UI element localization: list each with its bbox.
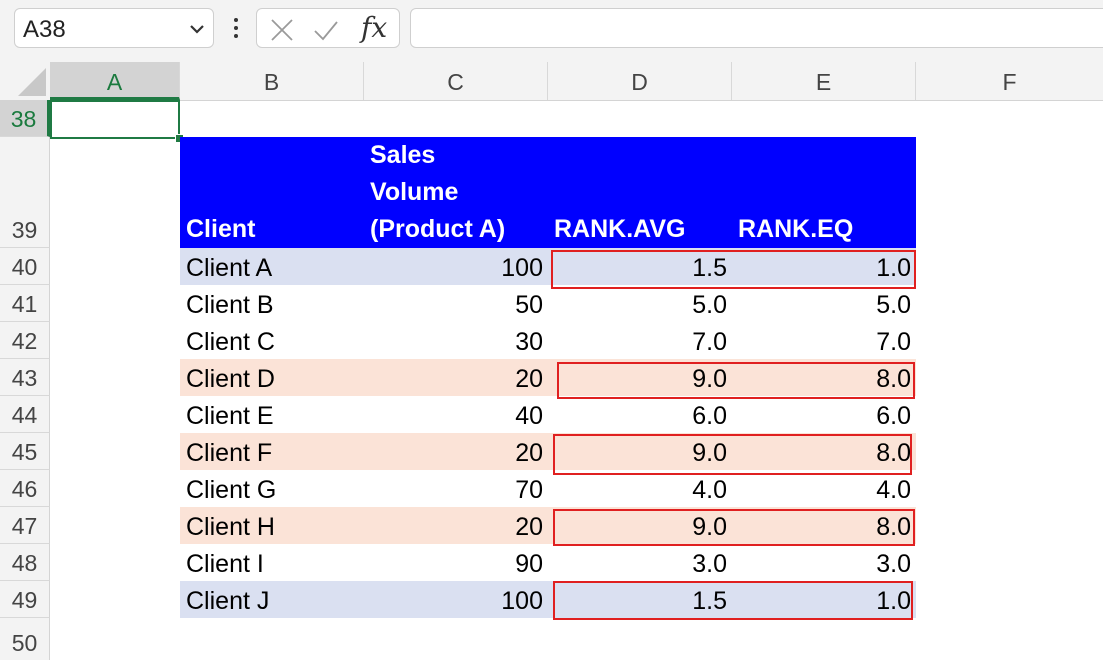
row-header-50[interactable]: 50 [0, 618, 50, 660]
rank-avg-cell[interactable]: 9.0 [548, 359, 732, 396]
header-rank-avg: RANK.AVG [548, 137, 732, 248]
client-cell[interactable]: Client I [180, 544, 364, 581]
row-header-41[interactable]: 41 [0, 285, 50, 322]
sales-cell[interactable]: 20 [364, 359, 548, 396]
header-rank-eq-label: RANK.EQ [738, 215, 854, 243]
rank-eq-cell[interactable]: 5.0 [732, 285, 916, 322]
insert-function-button[interactable]: fx [361, 11, 387, 44]
header-rank-avg-label: RANK.AVG [554, 215, 686, 243]
rank-eq-cell[interactable]: 8.0 [732, 507, 916, 544]
header-sales-line2: Volume [370, 178, 459, 206]
rank-eq-cell[interactable]: 8.0 [732, 359, 916, 396]
rank-avg-cell[interactable]: 9.0 [548, 433, 732, 470]
column-header-e[interactable]: E [732, 62, 916, 100]
rank-avg-cell[interactable]: 5.0 [548, 285, 732, 322]
row-header-38[interactable]: 38 [0, 100, 50, 137]
rank-eq-cell[interactable]: 1.0 [732, 248, 916, 285]
header-sales-volume: Sales Volume (Product A) [364, 137, 548, 248]
sales-cell[interactable]: 90 [364, 544, 548, 581]
column-headers: A B C D E F [0, 62, 1103, 101]
header-sales-line3: (Product A) [370, 215, 506, 243]
sales-cell[interactable]: 30 [364, 322, 548, 359]
row-header-43[interactable]: 43 [0, 359, 50, 396]
sales-cell[interactable]: 100 [364, 248, 548, 285]
client-cell[interactable]: Client D [180, 359, 364, 396]
row-header-39[interactable]: 39 [0, 137, 50, 248]
row-header-45[interactable]: 45 [0, 433, 50, 470]
rank-eq-cell[interactable]: 4.0 [732, 470, 916, 507]
name-box[interactable]: A38 [14, 8, 214, 48]
cancel-icon[interactable] [269, 17, 295, 43]
active-cell-a38[interactable] [50, 100, 180, 139]
row-header-47[interactable]: 47 [0, 507, 50, 544]
column-header-d[interactable]: D [548, 62, 732, 100]
row-header-40[interactable]: 40 [0, 248, 50, 285]
client-cell[interactable]: Client B [180, 285, 364, 322]
client-cell[interactable]: Client C [180, 322, 364, 359]
client-cell[interactable]: Client A [180, 248, 364, 285]
column-header-b[interactable]: B [180, 62, 364, 100]
more-options-icon[interactable] [233, 16, 239, 42]
row-header-48[interactable]: 48 [0, 544, 50, 581]
name-box-value: A38 [23, 16, 66, 43]
header-client-label: Client [186, 215, 256, 243]
sales-cell[interactable]: 50 [364, 285, 548, 322]
client-cell[interactable]: Client F [180, 433, 364, 470]
column-header-c[interactable]: C [364, 62, 548, 100]
client-cell[interactable]: Client J [180, 581, 364, 618]
sales-cell[interactable]: 70 [364, 470, 548, 507]
row-header-44[interactable]: 44 [0, 396, 50, 433]
header-rank-eq: RANK.EQ [732, 137, 916, 248]
sales-cell[interactable]: 100 [364, 581, 548, 618]
client-cell[interactable]: Client H [180, 507, 364, 544]
rank-avg-cell[interactable]: 3.0 [548, 544, 732, 581]
rank-avg-cell[interactable]: 1.5 [548, 581, 732, 618]
chevron-down-icon[interactable] [187, 19, 207, 39]
rank-eq-cell[interactable]: 8.0 [732, 433, 916, 470]
row-header-46[interactable]: 46 [0, 470, 50, 507]
client-cell[interactable]: Client G [180, 470, 364, 507]
rank-eq-cell[interactable]: 1.0 [732, 581, 916, 618]
header-client: Client [180, 137, 364, 248]
column-header-a[interactable]: A [50, 62, 180, 100]
enter-check-icon[interactable] [313, 17, 339, 43]
rank-eq-cell[interactable]: 6.0 [732, 396, 916, 433]
rank-avg-cell[interactable]: 9.0 [548, 507, 732, 544]
client-cell[interactable]: Client E [180, 396, 364, 433]
rank-avg-cell[interactable]: 6.0 [548, 396, 732, 433]
rank-avg-cell[interactable]: 4.0 [548, 470, 732, 507]
row-header-42[interactable]: 42 [0, 322, 50, 359]
formula-bar: A38 fx [0, 0, 1103, 62]
rank-eq-cell[interactable]: 7.0 [732, 322, 916, 359]
column-header-f[interactable]: F [916, 62, 1103, 100]
sales-cell[interactable]: 20 [364, 507, 548, 544]
rank-avg-cell[interactable]: 1.5 [548, 248, 732, 285]
formula-actions: fx [256, 8, 400, 48]
rank-avg-cell[interactable]: 7.0 [548, 322, 732, 359]
sales-cell[interactable]: 20 [364, 433, 548, 470]
select-all-corner[interactable] [0, 62, 50, 100]
row-header-49[interactable]: 49 [0, 581, 50, 618]
formula-input[interactable] [410, 8, 1103, 48]
rank-eq-cell[interactable]: 3.0 [732, 544, 916, 581]
header-sales-line1: Sales [370, 141, 436, 169]
sales-cell[interactable]: 40 [364, 396, 548, 433]
